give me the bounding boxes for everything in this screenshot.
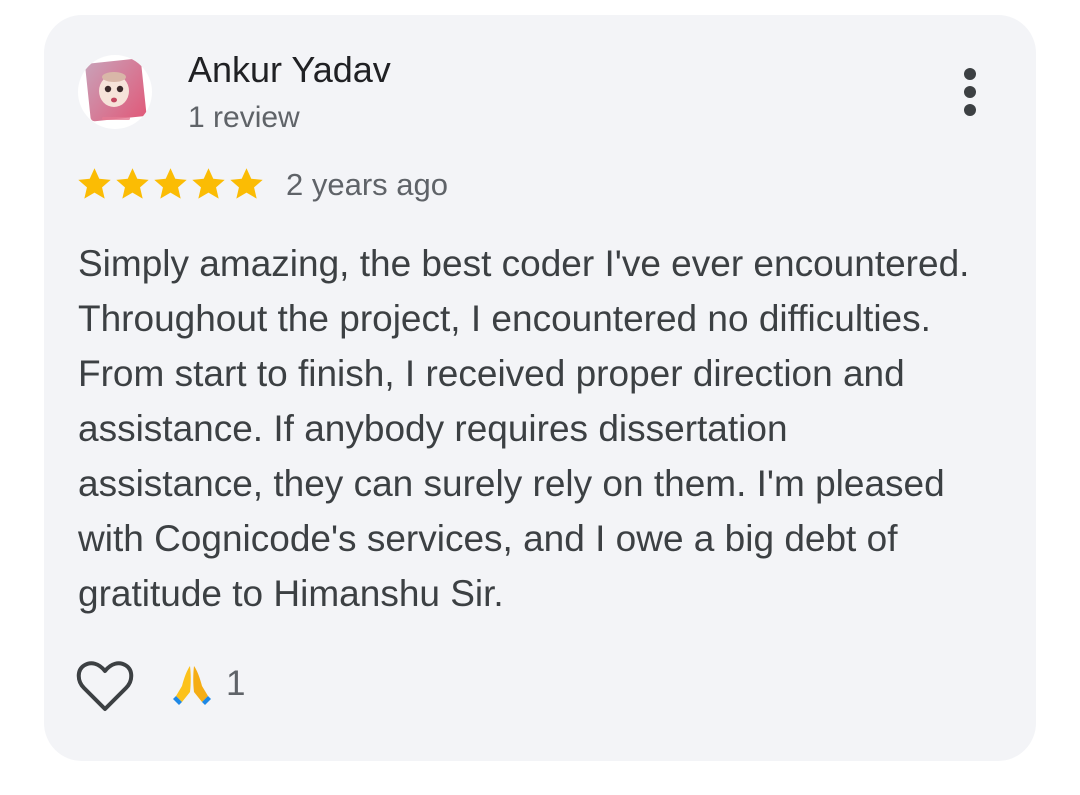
star-icon xyxy=(228,165,265,203)
like-button[interactable] xyxy=(76,661,134,713)
review-text: Simply amazing, the best coder I've ever… xyxy=(78,243,970,614)
review-date: 2 years ago xyxy=(286,167,448,202)
author-avatar[interactable] xyxy=(78,55,152,129)
more-vert-icon xyxy=(948,65,992,121)
author-name[interactable]: Ankur Yadav xyxy=(188,49,391,91)
more-options-button[interactable] xyxy=(948,65,992,121)
folded-hands-emoji xyxy=(172,662,212,706)
star-icon xyxy=(76,165,113,203)
reaction-count: 1 xyxy=(226,664,246,703)
star-rating xyxy=(76,165,265,203)
heart-outline-icon xyxy=(76,661,134,713)
reaction-chip[interactable]: 1 xyxy=(172,661,245,707)
star-icon xyxy=(152,165,189,203)
review-card: Ankur Yadav 1 review 2 years ago Simply … xyxy=(44,15,1036,761)
star-icon xyxy=(190,165,227,203)
author-review-count[interactable]: 1 review xyxy=(188,100,300,136)
star-icon xyxy=(114,165,151,203)
